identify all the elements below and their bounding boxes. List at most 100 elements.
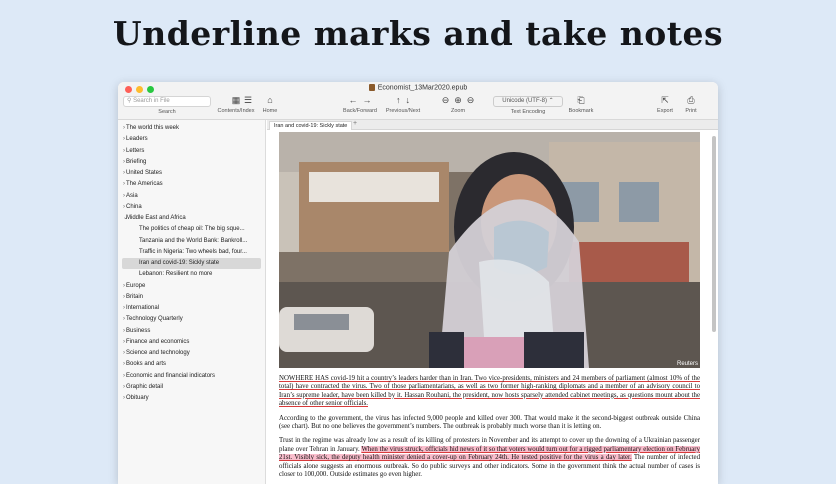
chevron-right-icon[interactable]: › (118, 337, 126, 348)
sidebar-item[interactable]: ›International (118, 303, 265, 314)
print-icon: ⎙ (687, 95, 695, 105)
chevron-right-icon[interactable]: › (118, 202, 126, 213)
tab-bar: Iran and covid-19: Sickly state + (267, 120, 718, 130)
sidebar-item[interactable]: ⌄Middle East and Africa (118, 213, 265, 224)
sidebar-item[interactable]: ›Books and arts (118, 359, 265, 370)
zoom-control[interactable]: ⊖ ⊕ ⊖ Zoom (431, 95, 485, 114)
sidebar-item[interactable]: Tanzania and the World Bank: Bankroll... (118, 236, 265, 247)
previous-next-icon: ↑ ↓ (395, 95, 410, 105)
chevron-right-icon[interactable]: › (118, 146, 126, 157)
chevron-right-icon[interactable]: › (118, 157, 126, 168)
sidebar-item-label: Technology Quarterly (126, 316, 183, 323)
photo-caption: Reuters (676, 361, 698, 367)
search-input[interactable]: ⚲ Search in File (123, 96, 211, 107)
sidebar-item[interactable]: ›The Americas (118, 179, 265, 190)
previous-next-label: Previous/Next (385, 108, 421, 114)
sidebar-item-label: The world this week (126, 125, 180, 131)
sidebar-item[interactable]: ›Europe (118, 281, 265, 292)
sidebar-item[interactable]: ›China (118, 202, 265, 213)
search-placeholder: Search in File (133, 98, 170, 104)
sidebar-item[interactable]: ›Graphic detail (118, 382, 265, 393)
sidebar-item[interactable]: ›Leaders (118, 134, 265, 145)
tab-article[interactable]: Iran and covid-19: Sickly state (269, 121, 353, 130)
search-label: Search (158, 109, 176, 115)
sidebar-item-label: China (126, 203, 142, 210)
sidebar-item-label: Books and arts (126, 361, 167, 368)
chevron-right-icon[interactable]: › (118, 348, 126, 359)
back-forward-label: Back/Forward (343, 108, 377, 114)
search-icon: ⚲ (127, 98, 132, 104)
sidebar-item[interactable]: ›Obituary (118, 393, 265, 404)
chevron-right-icon[interactable]: › (118, 371, 126, 382)
sidebar-item[interactable]: ›Economic and financial indicators (118, 371, 265, 382)
list-icon-button[interactable]: ☰ (238, 95, 258, 106)
chevron-right-icon[interactable]: › (118, 123, 126, 134)
export-icon: ⇱ (661, 95, 669, 105)
encoding-label-wrap: Text Encoding (493, 109, 563, 115)
print-button[interactable]: ⎙ Print (680, 95, 702, 114)
woman-with-mask-photo (279, 132, 700, 368)
document-icon (368, 84, 375, 91)
sidebar-item-label: Lebanon: Resilient no more (139, 271, 213, 278)
chevron-right-icon[interactable]: › (118, 134, 126, 145)
app-window: Economist_13Mar2020.epub ⚲ Search in Fil… (118, 82, 718, 484)
paragraph-1: NOWHERE HAS covid-19 hit a country’s lea… (279, 375, 700, 409)
sidebar-item-label: Letters (126, 147, 145, 154)
sidebar-item-label: Finance and economics (126, 338, 190, 345)
list-icon: ☰ (243, 95, 253, 105)
previous-next-button[interactable]: ↑ ↓ Previous/Next (383, 95, 423, 114)
sidebar-item-label: The politics of cheap oil: The big sque.… (139, 226, 245, 233)
export-button[interactable]: ⇱ Export (653, 95, 677, 114)
window-title: Economist_13Mar2020.epub (118, 84, 718, 91)
sidebar-item[interactable]: Traffic in Nigeria: Two wheels bad, four… (118, 247, 265, 258)
sidebar-item[interactable]: ›Letters (118, 146, 265, 157)
chevron-right-icon[interactable]: › (118, 314, 126, 325)
chevron-right-icon[interactable]: › (118, 303, 126, 314)
sidebar-item[interactable]: ›Business (118, 326, 265, 337)
sidebar-item-label: Economic and financial indicators (126, 372, 216, 379)
chevron-right-icon[interactable]: › (118, 281, 126, 292)
chevron-right-icon[interactable]: › (118, 393, 126, 404)
zoom-label: Zoom (450, 108, 466, 114)
sidebar-item[interactable]: ›United States (118, 168, 265, 179)
bookmark-button[interactable]: ⎗ Bookmark (566, 95, 596, 114)
sidebar-item-label: Asia (126, 192, 138, 199)
article-photo: Reuters (279, 132, 700, 368)
chevron-right-icon[interactable]: › (118, 292, 126, 303)
chevron-right-icon[interactable]: › (118, 191, 126, 202)
chevron-right-icon[interactable]: › (118, 326, 126, 337)
paragraph-3: Trust in the regime was already low as a… (279, 437, 701, 479)
sidebar-item[interactable]: The politics of cheap oil: The big sque.… (118, 224, 265, 235)
sidebar-item-label: Britain (126, 293, 144, 300)
sidebar-item[interactable]: ›Technology Quarterly (118, 314, 265, 325)
sidebar-item[interactable]: ›Science and technology (118, 348, 265, 359)
chevron-right-icon[interactable]: › (118, 359, 126, 370)
vertical-scrollbar[interactable] (712, 136, 716, 332)
sidebar-item[interactable]: Lebanon: Resilient no more (118, 269, 265, 280)
encoding-select[interactable]: Unicode (UTF-8) ⌃ (493, 96, 563, 107)
underlined-text-1[interactable]: NOWHERE HAS covid-19 hit a country’s lea… (279, 375, 700, 407)
chevron-right-icon[interactable]: › (118, 168, 126, 179)
bookmark-icon: ⎗ (577, 95, 585, 105)
sidebar-item[interactable]: Iran and covid-19: Sickly state (122, 258, 261, 270)
chevron-right-icon[interactable]: › (118, 382, 126, 393)
paragraph-2: According to the government, the virus h… (279, 414, 700, 431)
sidebar-item-label: Obituary (126, 395, 149, 401)
back-forward-button[interactable]: ← → Back/Forward (338, 95, 382, 114)
new-tab-button[interactable]: + (353, 120, 357, 127)
home-label: Home (262, 108, 278, 114)
sidebar-item[interactable]: ›The world this week (118, 123, 265, 134)
search-label-wrap: Search (123, 109, 211, 115)
print-label: Print (685, 108, 697, 114)
home-icon: ⌂ (267, 95, 273, 105)
sidebar-item[interactable]: ›Britain (118, 292, 265, 303)
sidebar-item[interactable]: ›Finance and economics (118, 337, 265, 348)
reader-content: Reuters NOWHERE HAS covid-19 hit a count… (267, 130, 718, 484)
article-text: NOWHERE HAS covid-19 hit a country’s lea… (279, 375, 701, 484)
sidebar-item[interactable]: ›Asia (118, 191, 265, 202)
home-button[interactable]: ⌂ Home (258, 95, 282, 114)
chevron-right-icon[interactable]: › (118, 179, 126, 190)
export-label: Export (657, 108, 673, 114)
sidebar-item[interactable]: ›Briefing (118, 157, 265, 168)
chevron-down-icon[interactable]: ⌄ (118, 213, 128, 224)
